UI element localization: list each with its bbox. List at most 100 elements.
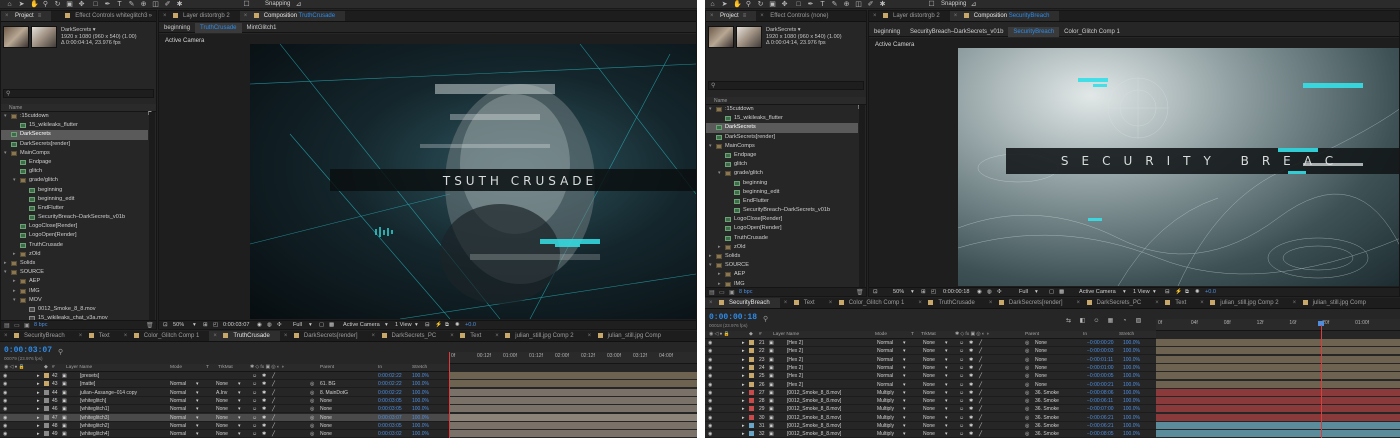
timeline-current-time[interactable]: 0:00:00:18	[709, 313, 757, 322]
quality-switch-icon[interactable]: ╱	[272, 381, 275, 387]
current-time-indicator[interactable]	[1321, 325, 1322, 438]
breadcrumb-item[interactable]: Color_Glitch Comp 1	[1059, 27, 1125, 37]
close-icon[interactable]: ×	[213, 331, 217, 341]
project-item[interactable]: ▾ MOV	[1, 296, 148, 305]
tab-layer-viewer[interactable]: × Layer distortrgb 2	[159, 11, 240, 21]
project-item[interactable]: LogoClose[Render]	[706, 215, 858, 224]
mode-select[interactable]: Normal	[170, 423, 186, 429]
layer-duration-bar[interactable]	[1156, 347, 1400, 355]
shy-layers-icon[interactable]: ☺	[1093, 318, 1100, 324]
time-ruler[interactable]: 0f 00:12f 01:00f 01:12f 02:00f 02:12f 03:00f 03…	[449, 352, 697, 364]
shy-switch-icon[interactable]: ☺	[252, 390, 257, 396]
layer-name[interactable]: [whiteglitch3]	[80, 415, 109, 421]
in-column-header[interactable]: In	[1083, 332, 1087, 337]
dropdown-icon[interactable]: ▾	[238, 431, 241, 437]
in-point-value[interactable]: −0:00:00:03	[1087, 348, 1114, 354]
region-of-interest-icon[interactable]: ▢	[1049, 289, 1054, 295]
parent-select[interactable]: 36. Smoke	[1035, 406, 1059, 412]
parent-pickwhip-icon[interactable]: ◎	[310, 390, 314, 396]
timeline-tab[interactable]: × julian_still.jpg Comp 2	[491, 331, 583, 341]
interpret-footage-icon[interactable]: ▤	[4, 322, 10, 329]
twirl-icon[interactable]: ▸	[718, 270, 721, 279]
label-color-swatch[interactable]	[749, 398, 754, 404]
layer-name[interactable]: [whiteglitch]	[80, 398, 106, 404]
magnification-select[interactable]: 50%	[173, 322, 184, 328]
region-of-interest-icon[interactable]: ▢	[319, 322, 324, 328]
trkmat-column-header[interactable]: TrkMat	[921, 332, 936, 337]
shy-switch-icon[interactable]: ☺	[252, 431, 257, 437]
dropdown-icon[interactable]: ▾	[238, 415, 241, 421]
layer-name[interactable]: [0012_Smoke_8_8.mov]	[787, 415, 841, 421]
timeline-tab[interactable]: × SecurityBreach	[705, 298, 780, 308]
trkmat-select[interactable]: None	[216, 415, 228, 421]
shy-switch-icon[interactable]: ☺	[959, 373, 964, 379]
roto-brush-tool-icon[interactable]: ✐	[867, 1, 874, 8]
mode-select[interactable]: Normal	[170, 431, 186, 437]
trkmat-select[interactable]: None	[923, 357, 935, 363]
layer-row[interactable]: ◉ ▸ 48 ▣ [whiteglitch2] Normal ▾ None ▾ ☺ ✱ ╱ ◎ None 0…	[0, 422, 449, 430]
project-item[interactable]: SecurityBreach–DarkSecrets_v01b	[1, 213, 148, 222]
snapshot-icon[interactable]: ◉	[257, 322, 262, 328]
quality-switch-icon[interactable]: ╱	[979, 357, 982, 363]
new-folder-icon[interactable]: ▭	[719, 289, 725, 296]
stretch-value[interactable]: 100.0%	[1123, 431, 1140, 437]
trkmat-select[interactable]: None	[216, 423, 228, 429]
layer-row[interactable]: ◉ ▸ 31 ▣ [0012_Smoke_8_8.mov] Multiply ▾ None ▾ ☺…	[705, 422, 1156, 430]
puppet-tool-icon[interactable]: ✱	[879, 1, 886, 8]
transparency-grid-icon[interactable]: ▩	[329, 322, 334, 328]
tab-effect-controls[interactable]: Effect Controls whiteglitch3	[51, 11, 156, 21]
quality-switch-icon[interactable]: ╱	[979, 382, 982, 388]
project-item[interactable]: ▾ SOURCE	[706, 261, 858, 270]
dropdown-icon[interactable]: ▾	[193, 322, 196, 328]
layer-row[interactable]: ◉ ▸ 44 ▣ julian–Assange–014 copy Normal ▾ A.Inv…	[0, 389, 449, 397]
dropdown-icon[interactable]: ▾	[945, 415, 948, 421]
dropdown-icon[interactable]: ▾	[196, 423, 199, 429]
fast-previews-icon[interactable]: ⚡	[435, 322, 442, 328]
resolution-select[interactable]: Full	[293, 322, 302, 328]
layer-name[interactable]: [0012_Smoke_8_8.mov]	[787, 390, 841, 396]
tab-effect-controls[interactable]: × Effect Controls (none)	[756, 11, 838, 21]
view-layout-select[interactable]: 1 View	[395, 322, 412, 328]
parent-pickwhip-icon[interactable]: ◎	[310, 381, 314, 387]
trkmat-select[interactable]: None	[216, 406, 228, 412]
tab-project[interactable]: × Project ≡	[706, 11, 757, 21]
twirl-icon[interactable]: ▸	[742, 390, 745, 396]
project-item[interactable]: ▸ AEP	[1, 277, 148, 286]
twirl-icon[interactable]: ▸	[742, 357, 745, 363]
comp-viewport[interactable]: Active Camera	[869, 38, 1399, 287]
in-point-value[interactable]: −0:00:08:05	[1087, 431, 1114, 437]
project-item[interactable]: 0012_Smoke_8_8.mov	[1, 305, 148, 314]
close-icon[interactable]: ×	[709, 298, 713, 308]
close-icon[interactable]: ×	[989, 298, 993, 308]
trkmat-select[interactable]: None	[216, 398, 228, 404]
collapse-switch-icon[interactable]: ✱	[969, 340, 973, 346]
quality-switch-icon[interactable]: ╱	[979, 431, 982, 437]
comp-mini-flowchart-icon[interactable]: ⇆	[1065, 318, 1072, 324]
dropdown-icon[interactable]: ▾	[196, 406, 199, 412]
parent-pickwhip-icon[interactable]: ◎	[1025, 415, 1029, 421]
close-icon[interactable]: ×	[1200, 298, 1204, 308]
parent-select[interactable]: None	[320, 398, 332, 404]
in-point-value[interactable]: −0:00:00:05	[1087, 373, 1114, 379]
mode-select[interactable]: Normal	[877, 365, 893, 371]
project-item[interactable]: ▾ SOURCE	[1, 268, 148, 277]
visibility-icon[interactable]: ◉	[708, 398, 712, 404]
twirl-icon[interactable]: ▾	[13, 176, 16, 185]
visibility-icon[interactable]: ◉	[3, 423, 7, 429]
parent-pickwhip-icon[interactable]: ◎	[1025, 365, 1029, 371]
twirl-icon[interactable]: ▸	[37, 406, 40, 412]
layer-row[interactable]: ◉ ▸ 46 ▣ [whiteglitch1] Normal ▾ None ▾ ☺ ✱ ╱ ◎ None 0…	[0, 405, 449, 414]
layer-duration-bar[interactable]	[449, 413, 697, 421]
close-icon[interactable]: ×	[1155, 298, 1159, 308]
mode-select[interactable]: Multiply	[877, 431, 894, 437]
dropdown-icon[interactable]: ▾	[238, 423, 241, 429]
close-icon[interactable]: ×	[1293, 298, 1297, 308]
close-icon[interactable]: ×	[784, 298, 788, 308]
stretch-value[interactable]: 100.0%	[1123, 406, 1140, 412]
layer-duration-bar[interactable]	[1156, 397, 1400, 405]
parent-select[interactable]: 36. Smoke	[1035, 415, 1059, 421]
exposure-value[interactable]: +0.0	[1205, 289, 1216, 295]
show-snapshot-icon[interactable]: ◍	[267, 322, 272, 328]
clone-stamp-tool-icon[interactable]: ⊕	[843, 1, 850, 8]
trkmat-column-header[interactable]: TrkMat	[218, 365, 233, 370]
